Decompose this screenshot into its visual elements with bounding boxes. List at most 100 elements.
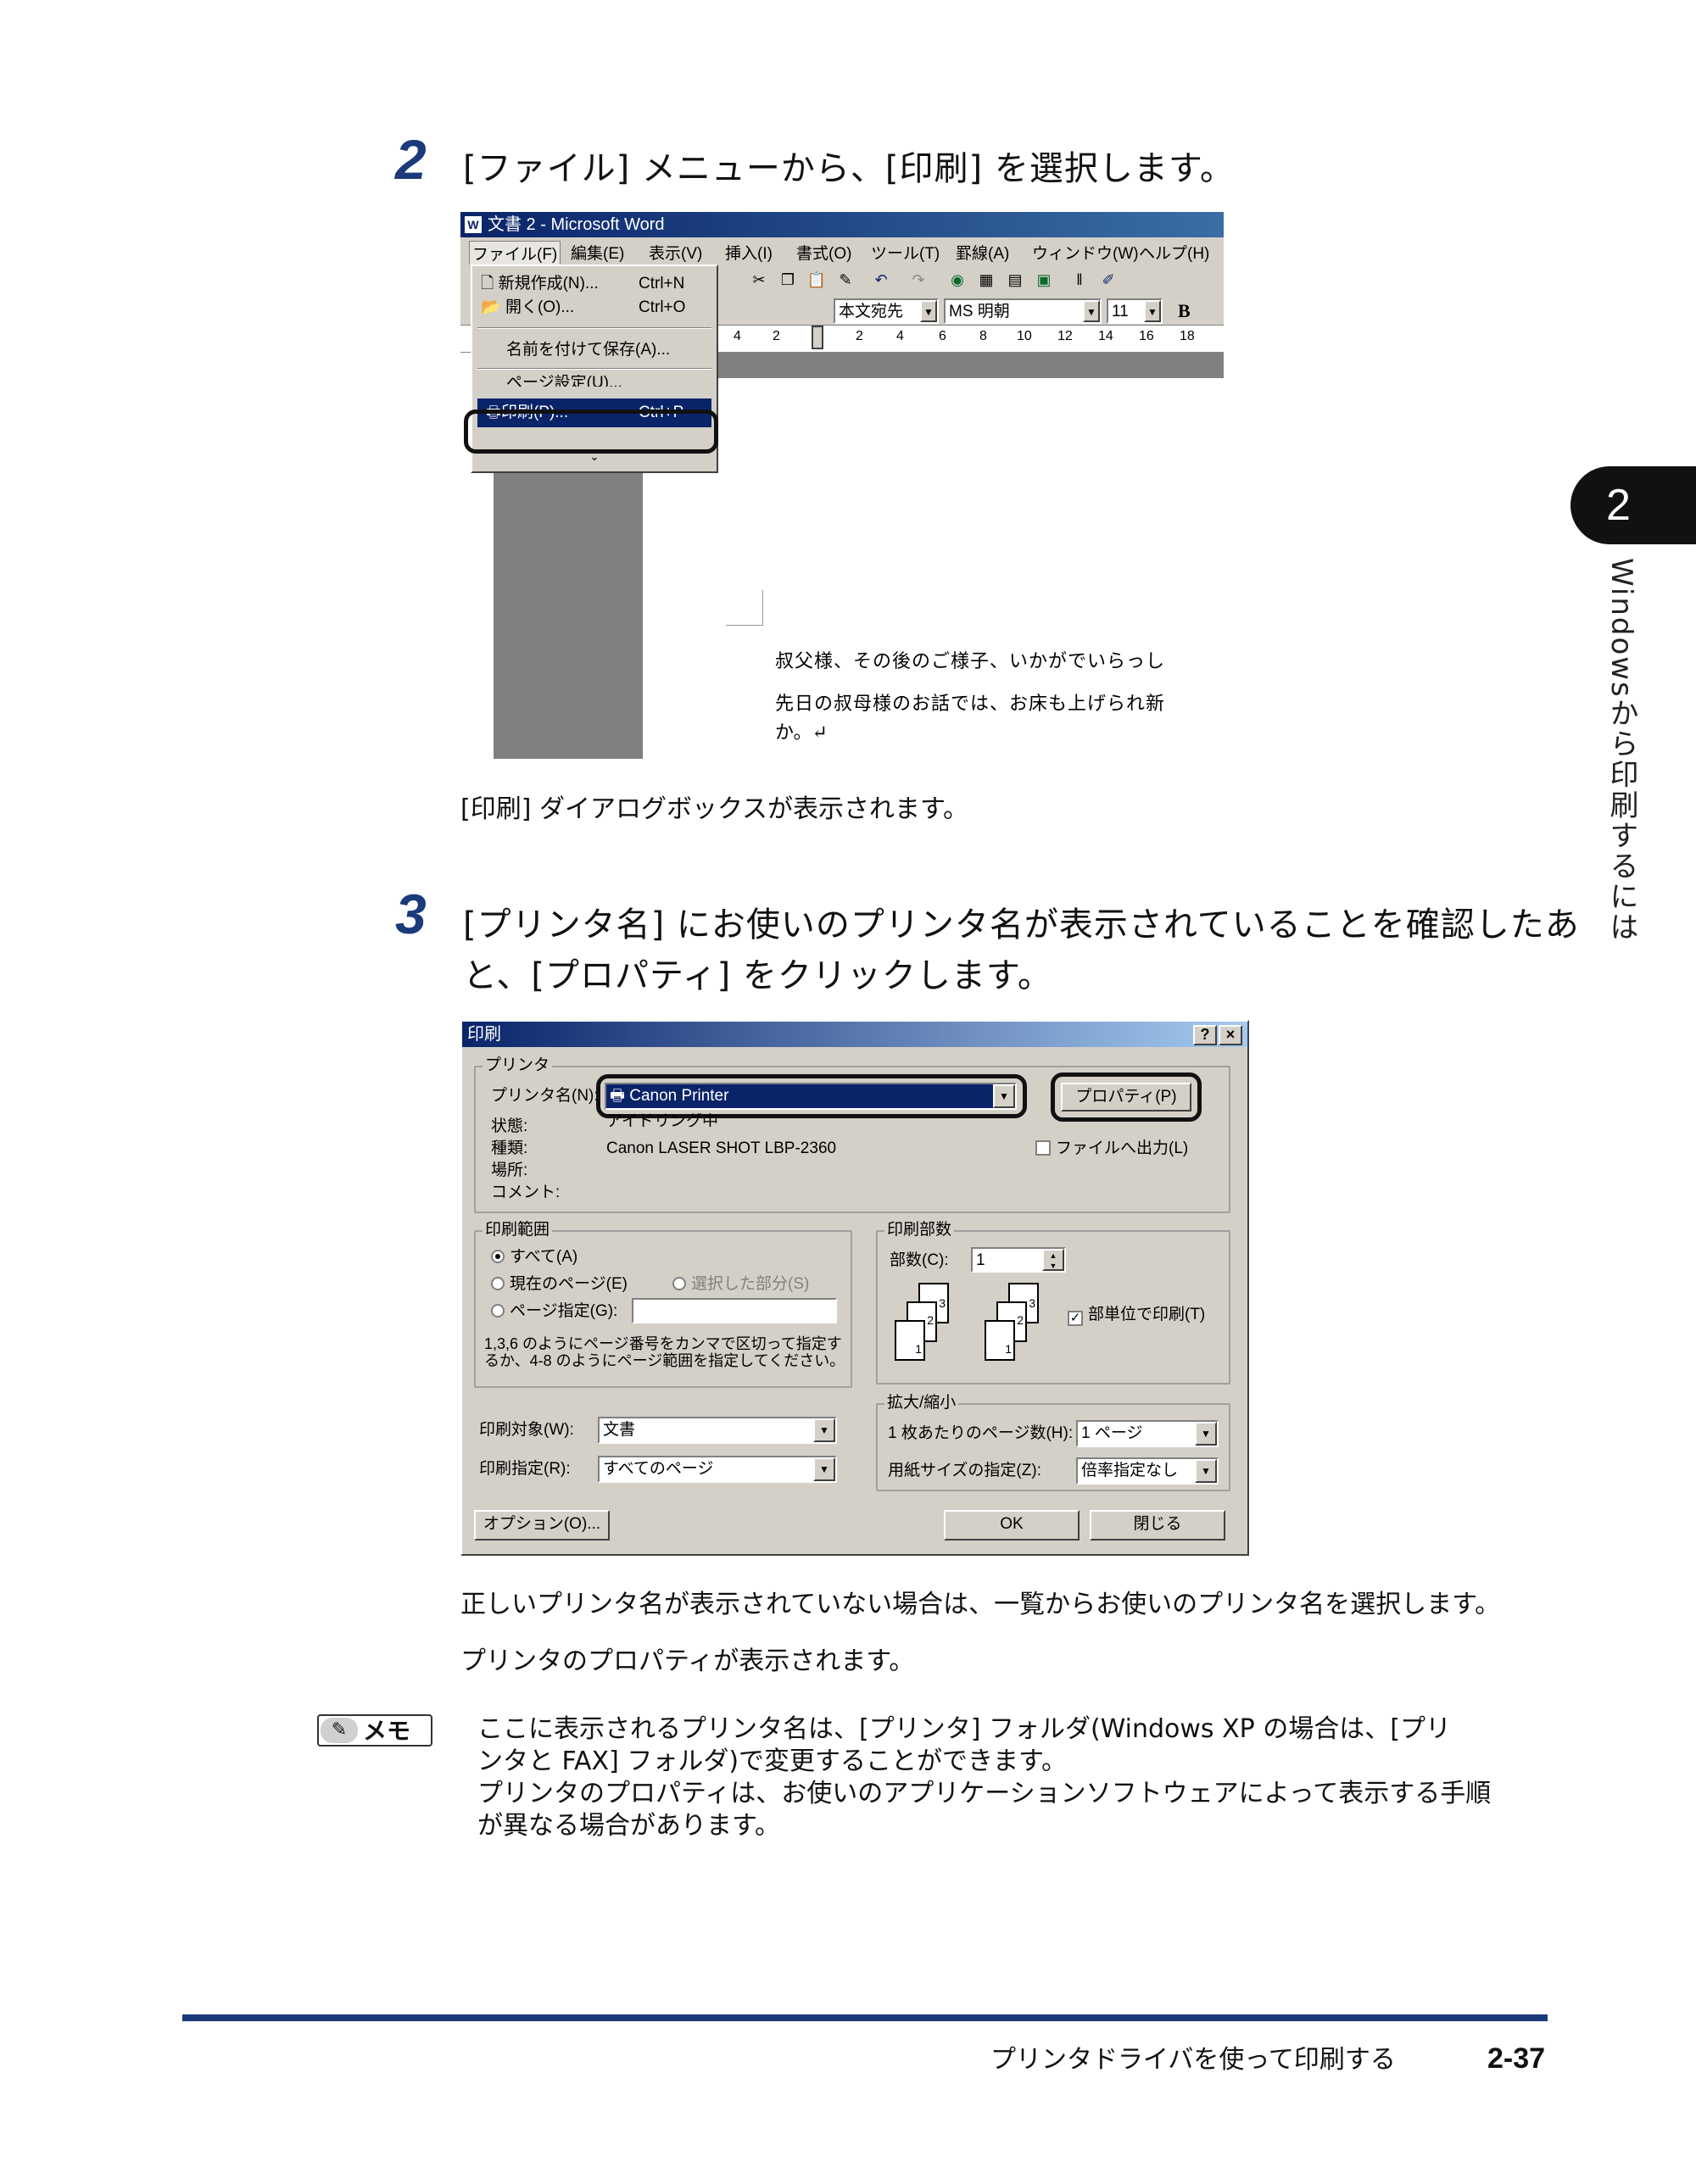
ruler-tick: 12 bbox=[1057, 329, 1073, 343]
range-all-radio[interactable]: すべて(A) bbox=[491, 1247, 577, 1268]
bold-button[interactable]: B bbox=[1178, 300, 1191, 322]
columns-icon[interactable]: ‖ bbox=[1069, 270, 1090, 290]
memo-line: ンタと FAX] フォルダ)で変更することができます。 bbox=[477, 1747, 1068, 1776]
menu-item-save-as[interactable]: 名前を付けて保存(A)... bbox=[472, 339, 717, 361]
where-label: 場所: bbox=[491, 1162, 528, 1179]
cut-icon[interactable]: ✂ bbox=[749, 270, 769, 290]
scale-label: 用紙サイズの指定(Z): bbox=[888, 1462, 1041, 1479]
menu-separator bbox=[477, 368, 711, 370]
pages-per-sheet-label: 1 枚あたりのページ数(H): bbox=[888, 1424, 1074, 1442]
printer-group-title: プリンタ bbox=[483, 1056, 553, 1076]
ruler-tick: 4 bbox=[734, 329, 741, 343]
menu-table[interactable]: 罫線(A) bbox=[956, 241, 1009, 264]
memo-line: が異なる場合があります。 bbox=[477, 1811, 780, 1841]
document-line: か。↵ bbox=[775, 722, 828, 743]
copies-group-title: 印刷部数 bbox=[884, 1220, 955, 1240]
close-button[interactable]: × bbox=[1219, 1025, 1242, 1045]
chevron-down-icon[interactable]: ▼ bbox=[1083, 300, 1100, 322]
ruler-tick: 14 bbox=[1098, 329, 1113, 343]
chevron-down-icon[interactable]: ▼ bbox=[813, 1457, 835, 1481]
printer-name-highlight bbox=[596, 1074, 1027, 1118]
step-number: 3 bbox=[395, 883, 427, 945]
range-pages-radio[interactable]: ページ指定(G): bbox=[491, 1301, 617, 1322]
menu-item-open-label: 開く(O)... bbox=[505, 298, 575, 316]
print-what-select[interactable]: 文書 ▼ bbox=[598, 1417, 837, 1444]
ruler-tick: 18 bbox=[1180, 329, 1195, 343]
ruler-tick: 6 bbox=[939, 329, 946, 343]
size-box-value: 11 bbox=[1112, 303, 1129, 320]
page-range-input[interactable] bbox=[632, 1298, 837, 1323]
menu-item-page-setup-label: ページ設定(U)... bbox=[506, 375, 622, 387]
chevron-down-icon[interactable]: ▼ bbox=[1144, 300, 1161, 322]
hyperlink-icon[interactable]: ◉ bbox=[947, 270, 968, 290]
format-painter-icon[interactable]: ✎ bbox=[835, 270, 856, 290]
chevron-down-icon[interactable]: ▼ bbox=[1195, 1459, 1217, 1483]
options-button[interactable]: オプション(O)... bbox=[474, 1510, 610, 1540]
menu-format[interactable]: 書式(O) bbox=[796, 241, 851, 264]
chevron-down-icon[interactable]: ▼ bbox=[813, 1418, 835, 1442]
step-number: 2 bbox=[395, 128, 427, 191]
dialog-title: 印刷 bbox=[467, 1025, 501, 1044]
menu-help[interactable]: ヘルプ(H) bbox=[1139, 241, 1209, 264]
size-box[interactable]: 11 ▼ bbox=[1107, 298, 1163, 324]
cancel-button[interactable]: 閉じる bbox=[1090, 1510, 1225, 1540]
step-instruction: [ファイル] メニューから、[印刷] を選択します。 bbox=[463, 149, 1235, 188]
menu-file[interactable]: ファイル(F) bbox=[469, 241, 561, 265]
font-box-value: MS 明朝 bbox=[949, 303, 1010, 320]
help-button[interactable]: ? bbox=[1193, 1025, 1217, 1045]
chevron-down-icon[interactable]: ▼ bbox=[920, 300, 937, 322]
shortcut: Ctrl+O bbox=[639, 298, 686, 316]
copies-input[interactable]: 1 ▲ ▼ bbox=[971, 1247, 1066, 1273]
print-what-label: 印刷対象(W): bbox=[479, 1421, 574, 1439]
collate-checkbox[interactable]: ✓ 部単位で印刷(T) bbox=[1068, 1305, 1205, 1326]
range-selection-radio[interactable]: 選択した部分(S) bbox=[672, 1274, 809, 1295]
redo-icon[interactable]: ↷ bbox=[908, 270, 929, 290]
ruler-tick: 16 bbox=[1139, 329, 1154, 343]
collate-page-number: 2 bbox=[1017, 1313, 1024, 1327]
scale-select[interactable]: 倍率指定なし ▼ bbox=[1076, 1457, 1219, 1485]
menu-item-save-as-label: 名前を付けて保存(A)... bbox=[506, 341, 671, 359]
menu-item-page-setup[interactable]: ページ設定(U)... bbox=[472, 375, 717, 387]
page-number: 2-37 bbox=[1487, 2042, 1546, 2075]
insert-excel-icon[interactable]: ▣ bbox=[1034, 270, 1054, 290]
tables-borders-icon[interactable]: ▦ bbox=[976, 270, 996, 290]
print-select[interactable]: すべてのページ ▼ bbox=[598, 1456, 837, 1483]
range-current-radio[interactable]: 現在のページ(E) bbox=[491, 1274, 628, 1295]
status-value: アイドリング中 bbox=[606, 1113, 719, 1127]
menu-item-open[interactable]: 📂 開く(O)... Ctrl+O bbox=[472, 297, 717, 319]
print-to-file-checkbox[interactable]: ファイルへ出力(L) bbox=[1035, 1139, 1188, 1159]
ok-button[interactable]: OK bbox=[944, 1510, 1080, 1540]
font-box[interactable]: MS 明朝 ▼ bbox=[944, 298, 1102, 324]
insert-table-icon[interactable]: ▤ bbox=[1005, 270, 1025, 290]
radio-icon bbox=[672, 1277, 686, 1290]
menu-window[interactable]: ウィンドウ(W) bbox=[1032, 241, 1139, 264]
pages-per-sheet-value: 1 ページ bbox=[1081, 1424, 1143, 1442]
print-value: すべてのページ bbox=[603, 1460, 714, 1478]
new-doc-icon: 🗋 bbox=[481, 275, 499, 292]
style-box[interactable]: 本文宛先 ▼ bbox=[834, 298, 939, 324]
menu-tools[interactable]: ツール(T) bbox=[871, 241, 940, 264]
after-line1: 正しいプリンタ名が表示されていない場合は、一覧からお使いのプリンタ名を選択します… bbox=[460, 1590, 1501, 1619]
copy-icon[interactable]: ❐ bbox=[778, 270, 798, 290]
menu-view[interactable]: 表示(V) bbox=[649, 241, 702, 264]
comment-label: コメント: bbox=[491, 1184, 561, 1201]
menu-item-new[interactable]: 🗋 新規作成(N)... Ctrl+N bbox=[472, 273, 717, 295]
chevron-down-icon[interactable]: ▼ bbox=[1195, 1422, 1217, 1446]
paste-icon[interactable]: 📋 bbox=[806, 270, 827, 290]
undo-icon[interactable]: ↶ bbox=[871, 270, 891, 290]
indent-marker[interactable] bbox=[812, 326, 823, 349]
menu-edit[interactable]: 編集(E) bbox=[571, 241, 624, 264]
word-title-bar: W 文書 2 - Microsoft Word bbox=[460, 212, 1224, 237]
menu-item-new-label: 新規作成(N)... bbox=[498, 275, 599, 292]
dialog-title-bar: 印刷 ? × bbox=[462, 1022, 1247, 1047]
spinner-icon[interactable]: ▲ ▼ bbox=[1042, 1249, 1064, 1271]
pencil-icon: ✎ bbox=[321, 1718, 358, 1743]
menu-insert[interactable]: 挿入(I) bbox=[725, 241, 773, 264]
drawing-icon[interactable]: ✐ bbox=[1098, 270, 1119, 290]
step-instruction-line1: [プリンタ名] にお使いのプリンタ名が表示されていることを確認したあ bbox=[463, 905, 1580, 944]
footer-title: プリンタドライバを使って印刷する bbox=[990, 2045, 1396, 2075]
collate-label: 部単位で印刷(T) bbox=[1088, 1306, 1206, 1323]
menu-separator bbox=[477, 327, 711, 329]
print-what-value: 文書 bbox=[603, 1421, 636, 1439]
pages-per-sheet-select[interactable]: 1 ページ ▼ bbox=[1076, 1420, 1219, 1447]
